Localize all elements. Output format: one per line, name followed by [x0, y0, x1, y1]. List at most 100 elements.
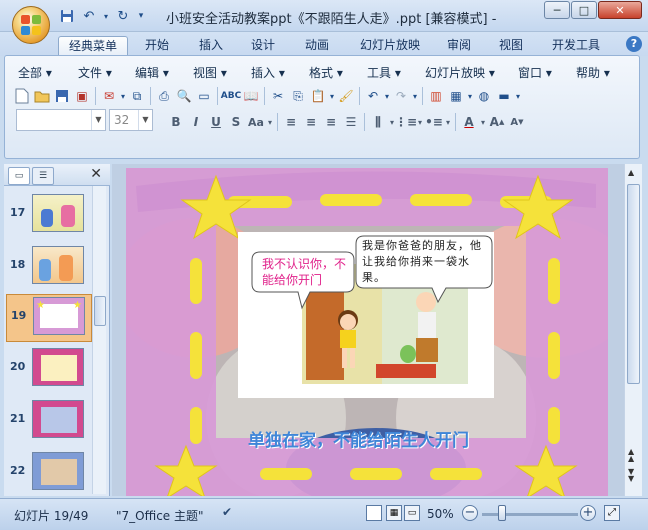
save-icon[interactable] [58, 7, 76, 25]
dropdown-arrow-icon[interactable]: ▾ [514, 86, 522, 106]
zoom-out-button[interactable]: − [462, 505, 478, 521]
fit-to-window-icon[interactable]: ⤢ [604, 505, 620, 521]
chevron-down-icon[interactable]: ▼ [91, 110, 105, 130]
print-icon[interactable]: ⎙ [154, 86, 174, 106]
dropdown-arrow-icon[interactable]: ▾ [266, 112, 274, 132]
shrink-font-icon[interactable]: A ▼ [507, 112, 527, 132]
font-name-combo[interactable]: ▼ [16, 109, 106, 131]
slide-sorter-icon[interactable]: ▦ [386, 505, 402, 521]
tab-slides[interactable]: ▭ [8, 167, 30, 185]
normal-view-icon[interactable] [366, 505, 382, 521]
page-setup-icon[interactable]: ▭ [194, 86, 214, 106]
scroll-up-icon[interactable]: ▲ [628, 168, 634, 177]
tab-outline[interactable]: ☰ [32, 167, 54, 185]
zoom-slider-thumb[interactable] [498, 505, 506, 521]
next-slide-icon[interactable]: ▼ ▼ [628, 468, 634, 483]
previous-slide-icon[interactable]: ▲ ▲ [628, 448, 634, 463]
permission-icon[interactable]: ▣ [72, 86, 92, 106]
bold-icon[interactable]: B [166, 112, 186, 132]
dropdown-arrow-icon[interactable]: ▾ [444, 112, 452, 132]
font-color-icon[interactable]: A [459, 112, 479, 132]
menu-view[interactable]: 视图 ▾ [193, 64, 227, 81]
tab-view[interactable]: 视图 [490, 36, 532, 56]
maximize-button[interactable]: □ [571, 1, 597, 19]
tab-slideshow[interactable]: 幻灯片放映 [350, 36, 430, 56]
dropdown-arrow-icon[interactable]: ▾ [102, 7, 110, 25]
menu-insert[interactable]: 插入 ▾ [251, 64, 285, 81]
close-button[interactable]: ✕ [598, 1, 642, 19]
scrollbar-thumb[interactable] [627, 184, 640, 384]
minimize-button[interactable]: ─ [544, 1, 570, 19]
italic-icon[interactable]: I [186, 112, 206, 132]
slide-thumb-19[interactable]: 19 ★ ★ [6, 294, 92, 342]
zoom-in-button[interactable]: + [580, 505, 596, 521]
spellcheck-icon[interactable]: ✔ [222, 505, 238, 521]
dropdown-arrow-icon[interactable]: ▾ [416, 112, 424, 132]
dropdown-arrow-icon[interactable]: ▾ [383, 86, 391, 106]
publish-icon[interactable]: ⧉ [127, 86, 147, 106]
slide-thumb-22[interactable]: 22 [6, 450, 92, 498]
office-button[interactable] [12, 6, 50, 44]
menu-help[interactable]: 帮助 ▾ [576, 64, 610, 81]
dropdown-arrow-icon[interactable]: ▾ [411, 86, 419, 106]
menu-tools[interactable]: 工具 ▾ [367, 64, 401, 81]
font-size-combo[interactable]: 32 ▼ [109, 109, 153, 131]
menu-slideshow[interactable]: 幻灯片放映 ▾ [425, 64, 495, 81]
paste-icon[interactable]: 📋 [308, 86, 328, 106]
menu-format[interactable]: 格式 ▾ [309, 64, 343, 81]
tab-design[interactable]: 设计 [242, 36, 284, 56]
close-icon[interactable]: ✕ [90, 166, 102, 182]
chevron-down-icon[interactable]: ▼ [138, 110, 152, 130]
insert-chart-icon[interactable]: ▥ [426, 86, 446, 106]
justify-icon[interactable]: ☰ [341, 112, 361, 132]
numbering-icon[interactable]: ⋮≡ [395, 112, 417, 132]
tab-home[interactable]: 开始 [136, 36, 178, 56]
align-center-icon[interactable]: ≡ [301, 112, 321, 132]
dropdown-arrow-icon[interactable]: ▾ [119, 86, 127, 106]
help-icon[interactable]: ? [626, 36, 642, 52]
text-direction-icon[interactable]: ⫼ [368, 112, 388, 132]
current-slide[interactable]: 我不认识你，不能给你开门 我是你爸爸的朋友，他让我给你捎来一袋水果。 单独在家，… [126, 168, 608, 496]
zoom-slider-track[interactable] [482, 513, 578, 516]
insert-table-icon[interactable]: ▦ [446, 86, 466, 106]
tab-developer[interactable]: 开发工具 [544, 36, 608, 56]
undo-icon[interactable]: ↶ [363, 86, 383, 106]
tab-insert[interactable]: 插入 [190, 36, 232, 56]
print-preview-icon[interactable]: 🔍 [174, 86, 194, 106]
slideshow-view-icon[interactable]: ▭ [404, 505, 420, 521]
slide-scrollbar[interactable]: ▲ ▲ ▲ ▼ ▼ [624, 164, 642, 496]
menu-window[interactable]: 窗口 ▾ [518, 64, 552, 81]
align-right-icon[interactable]: ≡ [321, 112, 341, 132]
dropdown-arrow-icon[interactable]: ▾ [466, 86, 474, 106]
redo-icon[interactable]: ↻ [114, 7, 132, 25]
scrollbar-thumb[interactable] [94, 296, 106, 326]
align-left-icon[interactable]: ≡ [281, 112, 301, 132]
open-folder-icon[interactable] [32, 86, 52, 106]
copy-icon[interactable]: ⎘ [288, 86, 308, 106]
dropdown-arrow-icon[interactable]: ▾ [328, 86, 336, 106]
menu-file[interactable]: 文件 ▾ [78, 64, 112, 81]
slide-thumb-21[interactable]: 21 [6, 398, 92, 446]
grow-font-icon[interactable]: A ▲ [487, 112, 507, 132]
redo-icon[interactable]: ↷ [391, 86, 411, 106]
tab-review[interactable]: 审阅 [438, 36, 480, 56]
bullets-icon[interactable]: •≡ [424, 112, 444, 132]
menu-all[interactable]: 全部 ▾ [18, 64, 52, 81]
email-icon[interactable]: ✉ [99, 86, 119, 106]
underline-icon[interactable]: U [206, 112, 226, 132]
cut-icon[interactable]: ✂ [268, 86, 288, 106]
menu-edit[interactable]: 编辑 ▾ [135, 64, 169, 81]
slide-thumb-20[interactable]: 20 [6, 346, 92, 394]
grayscale-icon[interactable]: ◍ [474, 86, 494, 106]
undo-icon[interactable]: ↶ [80, 7, 98, 25]
slides-pane-scrollbar[interactable] [92, 186, 106, 494]
customize-qat-icon[interactable]: ▾ [136, 7, 146, 25]
save-icon[interactable] [52, 86, 72, 106]
new-file-icon[interactable] [12, 86, 32, 106]
slide-thumb-17[interactable]: 17 [6, 192, 92, 240]
format-painter-icon[interactable]: 🖌 [336, 86, 356, 106]
tab-animation[interactable]: 动画 [296, 36, 338, 56]
zoom-level[interactable]: 50% [427, 507, 454, 521]
slide-thumb-18[interactable]: 18 [6, 244, 92, 292]
tab-classic-menu[interactable]: 经典菜单 [58, 36, 128, 56]
